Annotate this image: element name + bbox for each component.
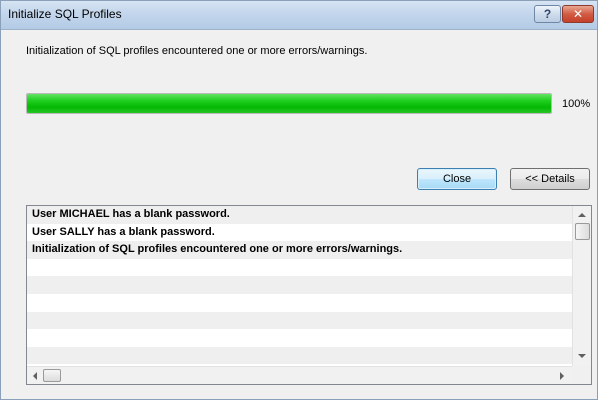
status-message: Initialization of SQL profiles encounter… [26, 45, 368, 57]
help-button[interactable]: ? [534, 5, 561, 23]
horizontal-scrollbar[interactable] [27, 366, 572, 384]
close-button[interactable]: Close [417, 168, 497, 190]
scroll-left-arrow-icon[interactable] [33, 372, 37, 380]
vertical-scrollbar[interactable] [572, 206, 591, 366]
progress-bar-fill [27, 94, 551, 113]
progress-bar [26, 93, 552, 114]
log-lines: User MICHAEL has a blank password. User S… [27, 206, 572, 366]
log-line[interactable] [27, 329, 572, 347]
log-line[interactable] [27, 276, 572, 294]
log-line[interactable] [27, 311, 572, 330]
scrollbar-corner [572, 366, 591, 384]
log-line[interactable]: Initialization of SQL profiles encounter… [27, 241, 572, 259]
log-line[interactable]: User MICHAEL has a blank password. [27, 206, 572, 224]
vertical-scroll-thumb[interactable] [575, 223, 590, 240]
scroll-up-arrow-icon[interactable] [578, 213, 586, 217]
initialize-sql-profiles-dialog: Initialize SQL Profiles ? ✕ Initializati… [0, 0, 598, 400]
details-log-list[interactable]: User MICHAEL has a blank password. User S… [26, 205, 592, 385]
log-line[interactable] [27, 258, 572, 277]
scroll-down-arrow-icon[interactable] [578, 354, 586, 358]
log-line[interactable] [27, 293, 572, 312]
window-title: Initialize SQL Profiles [8, 7, 122, 21]
title-bar[interactable]: Initialize SQL Profiles ? ✕ [1, 1, 597, 30]
help-icon: ? [543, 7, 552, 21]
details-toggle-button[interactable]: << Details [510, 168, 590, 190]
scroll-right-arrow-icon[interactable] [560, 372, 564, 380]
close-icon: ✕ [572, 7, 584, 21]
log-line[interactable] [27, 346, 572, 365]
window-close-button[interactable]: ✕ [562, 5, 594, 23]
horizontal-scroll-thumb[interactable] [43, 369, 61, 382]
progress-percent-label: 100% [562, 98, 591, 110]
log-line[interactable]: User SALLY has a blank password. [27, 223, 572, 242]
